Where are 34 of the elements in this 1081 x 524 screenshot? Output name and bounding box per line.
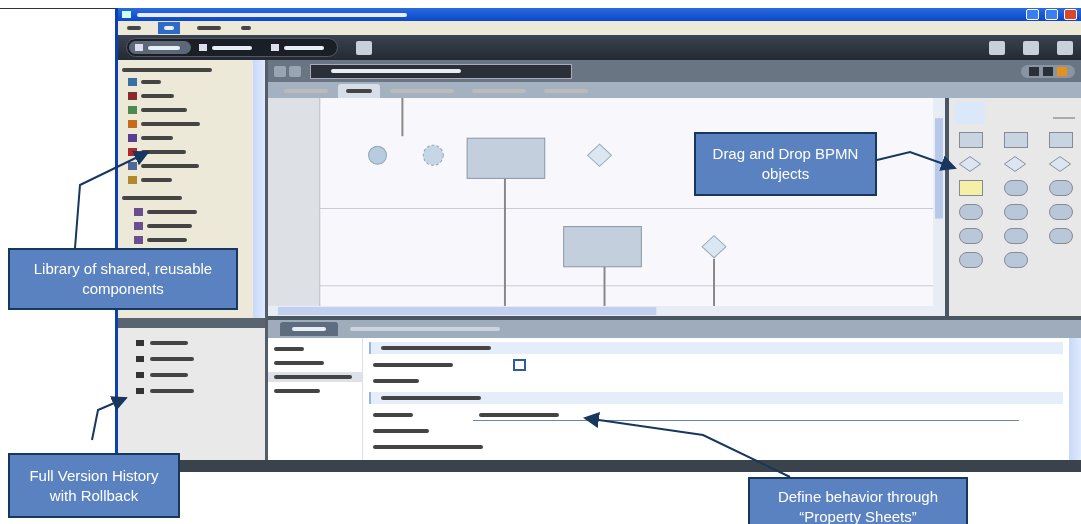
toolbar-icon[interactable]	[989, 40, 1005, 55]
callout-box: Drag and Drop BPMN objects	[694, 132, 877, 196]
maximize-button[interactable]	[1045, 9, 1058, 20]
properties-tab[interactable]	[280, 322, 338, 336]
callout-arrow	[91, 396, 128, 441]
editor-tab[interactable]	[338, 84, 380, 98]
bpmn-shape-icon[interactable]	[1049, 228, 1073, 244]
perspective-tab[interactable]	[129, 41, 191, 54]
toolbar-icon[interactable]	[1023, 40, 1039, 55]
toolbar-icon[interactable]	[356, 40, 372, 55]
bpmn-shape-icon[interactable]	[959, 180, 983, 196]
scrollbar[interactable]	[253, 60, 265, 318]
bpmn-shape-icon[interactable]	[1004, 228, 1028, 244]
bpmn-shape-icon[interactable]	[959, 252, 983, 268]
bpmn-shape-icon[interactable]	[1004, 252, 1028, 268]
minimize-button[interactable]	[1026, 9, 1039, 20]
document-selector[interactable]	[310, 63, 572, 79]
bpmn-shape-icon[interactable]	[959, 204, 983, 220]
bpmn-shape-icon[interactable]	[1004, 204, 1028, 220]
bpmn-shape-icon[interactable]	[1049, 204, 1073, 220]
bpmn-shape-icon[interactable]	[959, 228, 983, 244]
blurred-heading	[122, 196, 182, 200]
app-icon	[122, 11, 131, 18]
run-controls[interactable]	[1021, 64, 1075, 78]
scrollbar[interactable]	[1069, 338, 1081, 460]
property-section-item[interactable]	[268, 372, 362, 382]
menu-item[interactable]	[158, 22, 180, 34]
callout-box: Library of shared, reusable components	[8, 248, 238, 310]
toolbar-icon[interactable]	[1057, 40, 1073, 55]
checkbox[interactable]	[513, 359, 526, 371]
bpmn-shape-icon[interactable]	[1004, 180, 1028, 196]
callout-box: Full Version History with Rollback	[8, 453, 180, 518]
bpmn-shape-icon[interactable]	[1049, 180, 1073, 196]
close-button[interactable]	[1064, 9, 1077, 20]
